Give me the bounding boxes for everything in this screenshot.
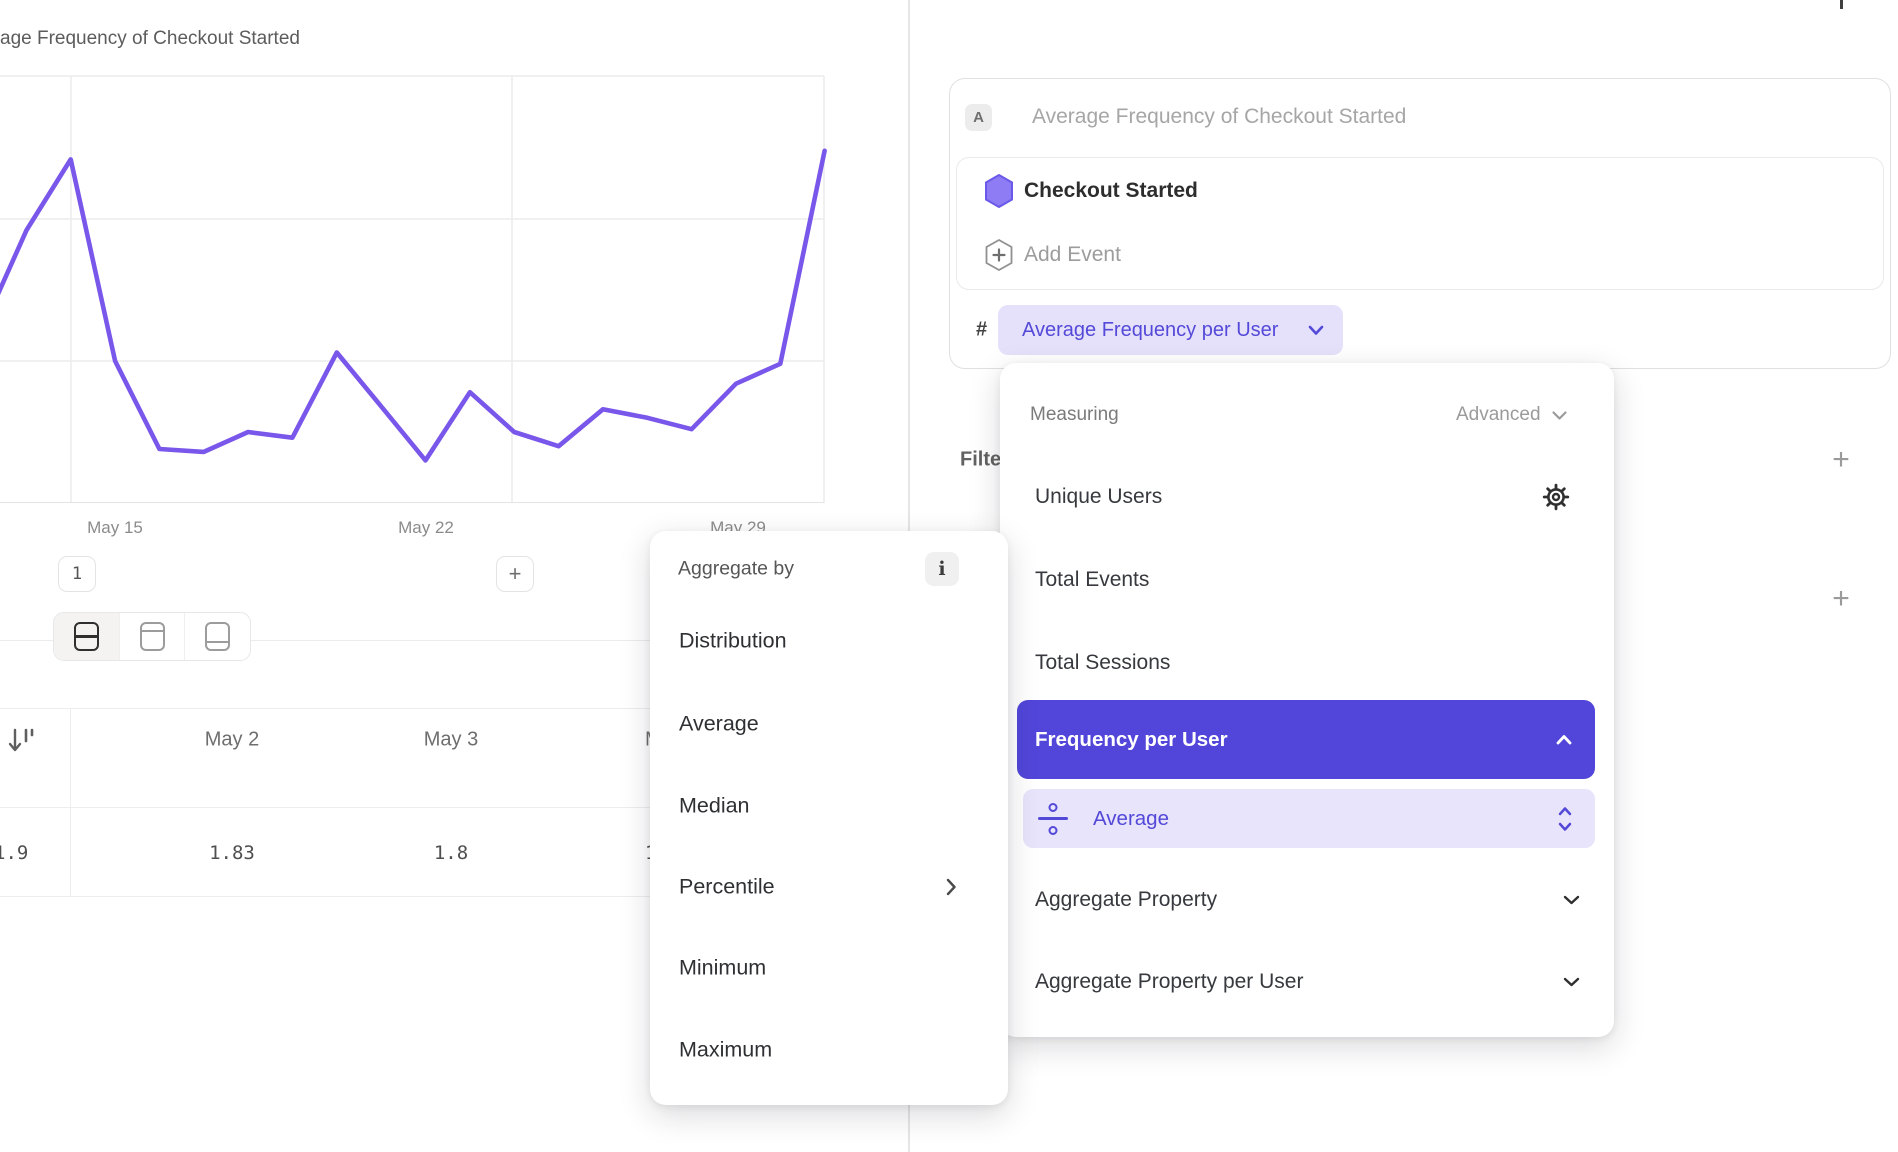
gear-icon[interactable]: [1542, 483, 1570, 511]
table-border: [70, 708, 71, 896]
menu-item-unique-users[interactable]: Unique Users: [1035, 485, 1162, 509]
line-chart[interactable]: [0, 60, 908, 503]
table-cell: 1.83: [209, 842, 255, 864]
chevron-down-icon: [1562, 889, 1581, 911]
menu-item-total-sessions[interactable]: Total Sessions: [1035, 651, 1170, 675]
menu-item-aggregate-property[interactable]: Aggregate Property: [1035, 888, 1217, 912]
layout-toggle-group: [53, 612, 251, 661]
split-bottom-icon: [205, 622, 230, 651]
measuring-header: Measuring: [1030, 404, 1119, 426]
add-metric-icon[interactable]: [1840, 0, 1843, 9]
metric-name-input[interactable]: Average Frequency of Checkout Started: [1032, 105, 1406, 129]
divide-icon: [1038, 802, 1068, 836]
chevron-down-icon: [1551, 410, 1568, 421]
chart-title: age Frequency of Checkout Started: [0, 28, 300, 50]
split-equal-icon: [74, 622, 99, 651]
chevron-down-icon: [1307, 324, 1325, 336]
interval-input[interactable]: 1: [58, 556, 96, 592]
insights-report-screen: age Frequency of Checkout Started May 15…: [0, 0, 1898, 1152]
table-header[interactable]: May 2: [205, 729, 259, 752]
menu-item-maximum[interactable]: Maximum: [679, 1038, 772, 1063]
event-row[interactable]: Checkout Started: [1024, 179, 1198, 203]
add-event-button[interactable]: Add Event: [1024, 243, 1121, 267]
sort-icon[interactable]: [8, 726, 36, 756]
add-event-icon: [984, 238, 1014, 272]
menu-subitem-average[interactable]: Average: [1023, 789, 1595, 848]
sub-selected-label: Average: [1093, 807, 1557, 831]
selected-item-label: Frequency per User: [1035, 728, 1555, 752]
event-box: [956, 157, 1884, 290]
x-axis-label: May 22: [398, 518, 454, 538]
chevron-up-icon: [1555, 734, 1573, 746]
add-filter-button[interactable]: +: [1824, 443, 1858, 477]
aggregate-by-header: Aggregate by: [678, 558, 794, 581]
numeric-type-symbol: #: [976, 319, 987, 342]
table-cell: 1.8: [434, 842, 468, 864]
metric-section-title: Metric: [962, 0, 1102, 7]
menu-item-aggregate-property-per-user[interactable]: Aggregate Property per User: [1035, 970, 1303, 994]
menu-item-median[interactable]: Median: [679, 794, 750, 819]
split-top-icon: [140, 622, 165, 651]
add-breakdown-button[interactable]: +: [1824, 582, 1858, 616]
table-cell: 1.9: [0, 842, 28, 864]
menu-item-frequency-per-user-selected[interactable]: Frequency per User: [1017, 700, 1595, 779]
menu-item-average[interactable]: Average: [679, 712, 759, 737]
menu-item-distribution[interactable]: Distribution: [679, 629, 787, 654]
measuring-mode-label: Advanced: [1456, 404, 1541, 426]
add-chart-button[interactable]: +: [496, 556, 534, 592]
metric-letter-badge: A: [965, 104, 992, 131]
layout-split-equal-button[interactable]: [54, 613, 120, 660]
menu-item-total-events[interactable]: Total Events: [1035, 568, 1149, 592]
layout-split-bottom-button[interactable]: [185, 613, 250, 660]
layout-split-top-button[interactable]: [120, 613, 186, 660]
menu-item-minimum[interactable]: Minimum: [679, 956, 766, 981]
measurement-dropdown-label: Average Frequency per User: [1022, 319, 1307, 342]
x-axis-label: May 15: [87, 518, 143, 538]
table-header[interactable]: May 3: [424, 729, 478, 752]
chevron-down-icon: [1562, 971, 1581, 993]
event-hexagon-icon: [984, 174, 1014, 208]
measurement-dropdown[interactable]: Average Frequency per User: [998, 305, 1343, 355]
menu-item-percentile[interactable]: Percentile: [679, 875, 775, 900]
chevron-right-icon: [945, 876, 957, 898]
measuring-mode-dropdown[interactable]: Advanced: [1456, 404, 1568, 426]
chevron-up-down-icon: [1557, 806, 1573, 832]
info-icon[interactable]: i: [925, 552, 959, 586]
